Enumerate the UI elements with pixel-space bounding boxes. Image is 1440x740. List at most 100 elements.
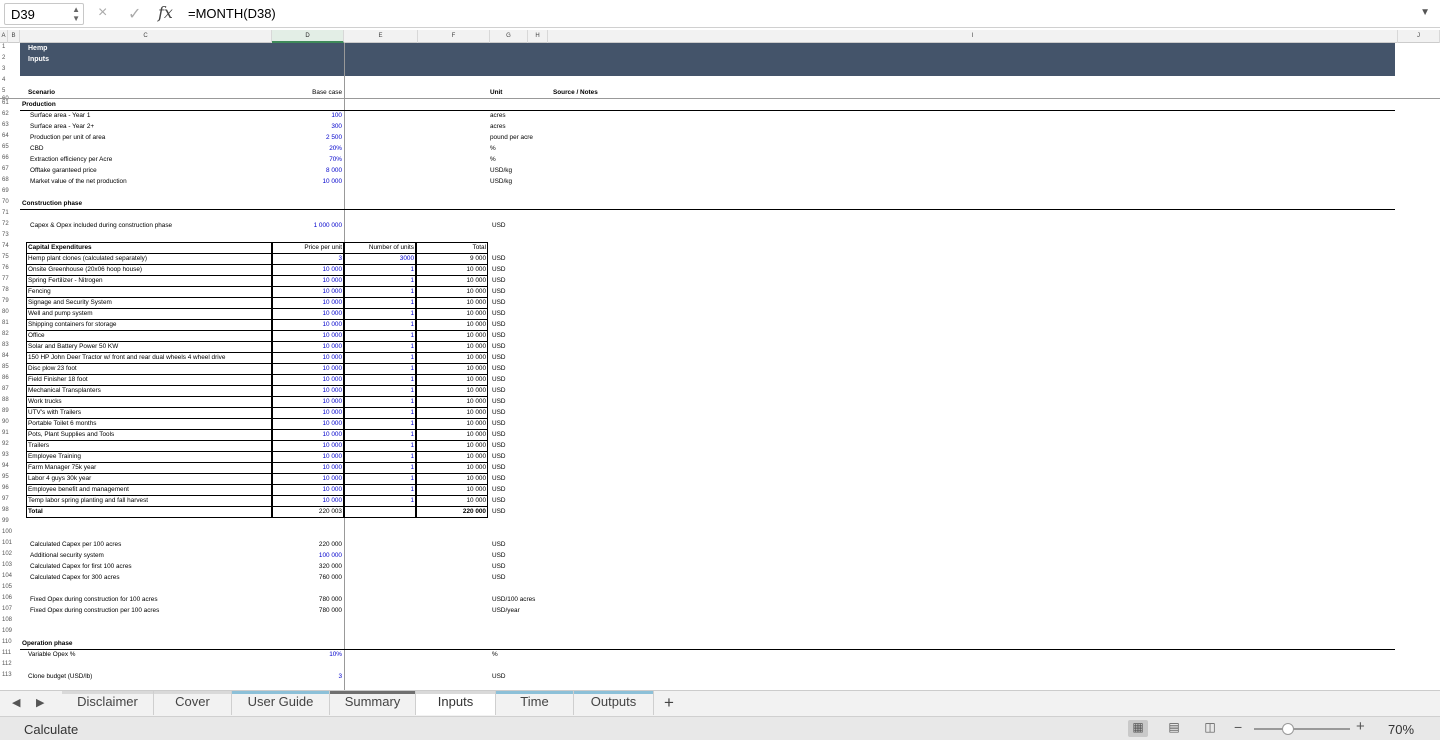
operation-unit[interactable]: USD bbox=[492, 672, 506, 682]
column-header-b[interactable]: B bbox=[8, 30, 20, 43]
calc-unit[interactable]: USD bbox=[492, 573, 506, 583]
row-number[interactable]: 112 bbox=[0, 661, 15, 667]
input-value[interactable]: 20% bbox=[329, 144, 342, 154]
input-value[interactable]: 300 bbox=[331, 122, 342, 132]
previous-sheet-icon[interactable]: ◀ bbox=[12, 696, 20, 709]
row-number[interactable]: 71 bbox=[0, 210, 15, 216]
capex-unit[interactable]: USD bbox=[492, 320, 506, 330]
opex-value[interactable]: 780 000 bbox=[319, 606, 342, 616]
row-number[interactable]: 104 bbox=[0, 573, 15, 579]
row-number[interactable]: 98 bbox=[0, 507, 15, 513]
input-value[interactable]: 100 bbox=[331, 111, 342, 121]
next-sheet-icon[interactable]: ▶ bbox=[36, 696, 44, 709]
capex-unit[interactable]: USD bbox=[492, 507, 506, 517]
row-number[interactable]: 108 bbox=[0, 617, 15, 623]
row-number[interactable]: 67 bbox=[0, 166, 15, 172]
row-number[interactable]: 102 bbox=[0, 551, 15, 557]
row-number[interactable]: 68 bbox=[0, 177, 15, 183]
column-header-a[interactable]: A bbox=[0, 30, 8, 43]
row-number[interactable]: 109 bbox=[0, 628, 15, 634]
capex-unit[interactable]: USD bbox=[492, 463, 506, 473]
row-number[interactable]: 1 bbox=[0, 44, 15, 50]
row-number[interactable]: 88 bbox=[0, 397, 15, 403]
input-unit[interactable]: USD bbox=[492, 221, 506, 231]
worksheet-grid[interactable]: 1 2 3 Hemp Inputs 4 5 Scenario Base case Unit Sour… bbox=[0, 43, 1440, 690]
row-number[interactable]: 97 bbox=[0, 496, 15, 502]
row-number[interactable]: 79 bbox=[0, 298, 15, 304]
row-number[interactable]: 76 bbox=[0, 265, 15, 271]
capex-unit[interactable]: USD bbox=[492, 386, 506, 396]
zoom-in-button[interactable]: + bbox=[1356, 718, 1365, 735]
row-number[interactable]: 3 bbox=[0, 66, 15, 72]
row-number[interactable]: 65 bbox=[0, 144, 15, 150]
row-number[interactable]: 95 bbox=[0, 474, 15, 480]
input-value[interactable]: 2 500 bbox=[326, 133, 342, 143]
capex-unit[interactable]: USD bbox=[492, 353, 506, 363]
capex-unit[interactable]: USD bbox=[492, 331, 506, 341]
input-unit[interactable]: USD/kg bbox=[490, 166, 512, 176]
input-label[interactable]: Offtake garanteed price bbox=[30, 166, 97, 176]
expand-formula-bar-icon[interactable]: ▼ bbox=[1420, 7, 1430, 18]
row-number[interactable]: 63 bbox=[0, 122, 15, 128]
operation-label[interactable]: Clone budget (USD/lb) bbox=[28, 672, 92, 682]
insert-function-icon[interactable]: fx bbox=[158, 3, 173, 22]
sheet-tab-user-guide[interactable]: User Guide bbox=[232, 691, 330, 715]
sheet-tab-cover[interactable]: Cover bbox=[154, 691, 232, 715]
calc-value[interactable]: 220 000 bbox=[319, 540, 342, 550]
capex-unit[interactable]: USD bbox=[492, 287, 506, 297]
capex-unit[interactable]: USD bbox=[492, 364, 506, 374]
row-number[interactable]: 77 bbox=[0, 276, 15, 282]
row-number[interactable]: 105 bbox=[0, 584, 15, 590]
column-header-g[interactable]: G bbox=[490, 30, 528, 43]
sheet-tab-disclaimer[interactable]: Disclaimer bbox=[62, 691, 154, 715]
row-number[interactable]: 75 bbox=[0, 254, 15, 260]
row-number[interactable]: 103 bbox=[0, 562, 15, 568]
row-number[interactable]: 64 bbox=[0, 133, 15, 139]
row-number[interactable]: 62 bbox=[0, 111, 15, 117]
scenario-label[interactable]: Scenario bbox=[28, 88, 55, 98]
capex-unit[interactable]: USD bbox=[492, 452, 506, 462]
input-unit[interactable]: % bbox=[490, 155, 496, 165]
row-number[interactable]: 107 bbox=[0, 606, 15, 612]
row-number[interactable]: 86 bbox=[0, 375, 15, 381]
column-header-h[interactable]: H bbox=[528, 30, 548, 43]
sheet-tab-time[interactable]: Time bbox=[496, 691, 574, 715]
capex-unit[interactable]: USD bbox=[492, 408, 506, 418]
row-number[interactable]: 99 bbox=[0, 518, 15, 524]
operation-label[interactable]: Variable Opex % bbox=[28, 650, 75, 660]
row-number[interactable]: 84 bbox=[0, 353, 15, 359]
capex-unit[interactable]: USD bbox=[492, 474, 506, 484]
input-label[interactable]: Capex & Opex included during constructio… bbox=[30, 221, 172, 231]
calc-value[interactable]: 100 000 bbox=[319, 551, 342, 561]
row-number[interactable]: 96 bbox=[0, 485, 15, 491]
capex-unit[interactable]: USD bbox=[492, 342, 506, 352]
row-number[interactable]: 82 bbox=[0, 331, 15, 337]
section-title-construction[interactable]: Construction phase bbox=[22, 199, 82, 209]
row-number[interactable]: 74 bbox=[0, 243, 15, 249]
input-label[interactable]: Extraction efficiency per Acre bbox=[30, 155, 112, 165]
input-value[interactable]: 10 000 bbox=[322, 177, 342, 187]
row-number[interactable]: 101 bbox=[0, 540, 15, 546]
capex-unit[interactable]: USD bbox=[492, 254, 506, 264]
operation-value[interactable]: 10% bbox=[329, 650, 342, 660]
row-number[interactable]: 80 bbox=[0, 309, 15, 315]
row-number[interactable]: 70 bbox=[0, 199, 15, 205]
opex-unit[interactable]: USD/year bbox=[492, 606, 520, 616]
input-label[interactable]: CBD bbox=[30, 144, 44, 154]
row-number[interactable]: 91 bbox=[0, 430, 15, 436]
cancel-icon[interactable]: × bbox=[98, 4, 107, 22]
input-label[interactable]: Surface area - Year 1 bbox=[30, 111, 90, 121]
row-number[interactable]: 78 bbox=[0, 287, 15, 293]
page-break-view-icon[interactable]: ◫ bbox=[1200, 720, 1220, 737]
calc-unit[interactable]: USD bbox=[492, 551, 506, 561]
column-header-e[interactable]: E bbox=[344, 30, 418, 43]
opex-label[interactable]: Fixed Opex during construction per 100 a… bbox=[30, 606, 159, 616]
zoom-slider-thumb[interactable] bbox=[1282, 723, 1294, 735]
input-value[interactable]: 1 000 000 bbox=[314, 221, 342, 231]
row-number[interactable]: 73 bbox=[0, 232, 15, 238]
capex-unit[interactable]: USD bbox=[492, 496, 506, 506]
capex-unit[interactable]: USD bbox=[492, 309, 506, 319]
zoom-out-button[interactable]: − bbox=[1234, 719, 1242, 735]
capex-unit[interactable]: USD bbox=[492, 265, 506, 275]
input-value[interactable]: 70% bbox=[329, 155, 342, 165]
